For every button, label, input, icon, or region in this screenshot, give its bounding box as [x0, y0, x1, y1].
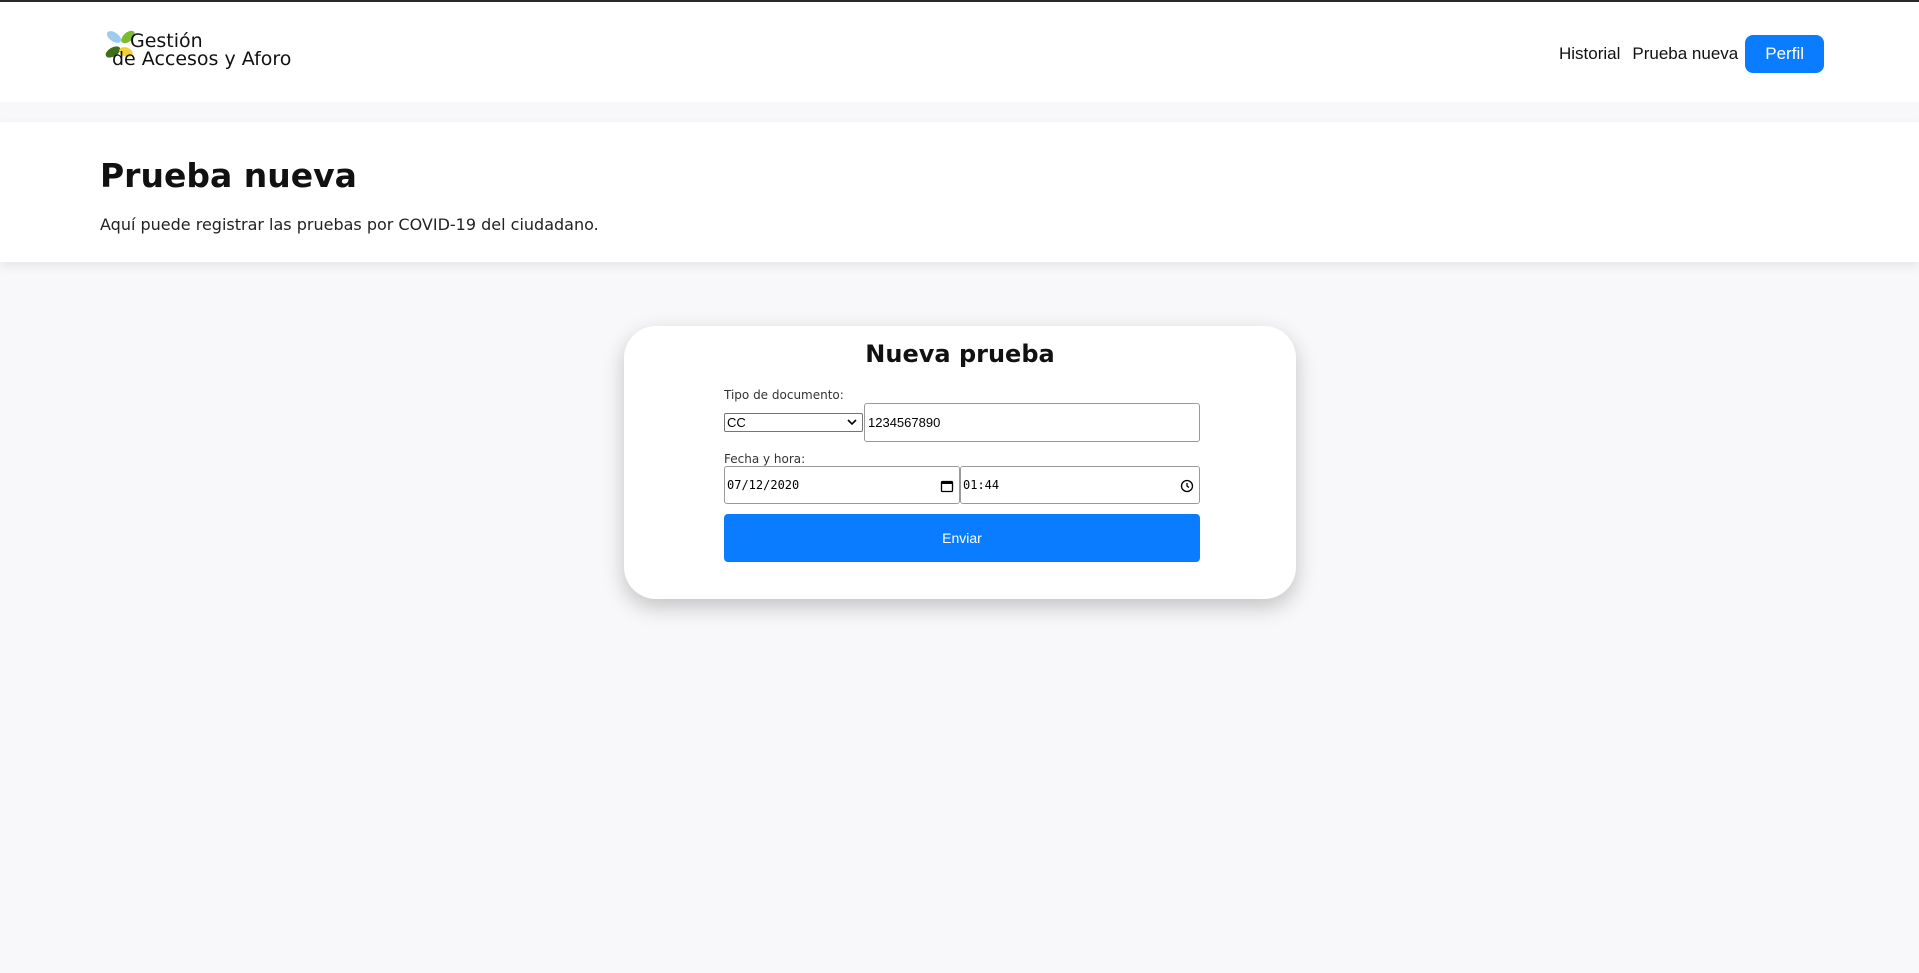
doc-type-label: Tipo de documento: [724, 388, 844, 402]
doc-type-select[interactable]: CC [724, 413, 863, 432]
submit-button[interactable]: Enviar [724, 514, 1200, 562]
navbar: Gestión de Accesos y Aforo Historial Pru… [0, 2, 1919, 102]
form-title: Nueva prueba [865, 340, 1055, 368]
profile-button[interactable]: Perfil [1745, 35, 1824, 73]
time-input[interactable]: 01:44 [960, 466, 1200, 504]
doc-number-value: 1234567890 [868, 415, 941, 430]
page-subtitle: Aquí puede registrar las pruebas por COV… [100, 215, 599, 234]
doc-type-selected-value: CC [727, 415, 746, 430]
page-title: Prueba nueva [100, 156, 357, 195]
new-test-card: Nueva prueba Tipo de documento: CC 12345… [624, 326, 1296, 599]
page-header: Prueba nueva Aquí puede registrar las pr… [0, 122, 1919, 262]
doc-number-input[interactable]: 1234567890 [864, 403, 1200, 442]
nav-link-prueba-nueva[interactable]: Prueba nueva [1632, 44, 1738, 64]
date-input[interactable]: 07/12/2020 [724, 466, 960, 504]
clock-icon[interactable] [1180, 479, 1194, 493]
nav-links: Historial Prueba nueva Perfil [1547, 35, 1824, 73]
brand[interactable]: Gestión de Accesos y Aforo [104, 28, 304, 76]
nav-link-historial[interactable]: Historial [1559, 44, 1620, 64]
date-value: 07/12/2020 [727, 478, 800, 492]
time-value: 01:44 [963, 478, 1000, 492]
chevron-down-icon [847, 419, 857, 426]
calendar-icon[interactable] [940, 479, 954, 493]
brand-name-line2: de Accesos y Aforo [112, 48, 292, 70]
datetime-label: Fecha y hora: [724, 452, 806, 466]
